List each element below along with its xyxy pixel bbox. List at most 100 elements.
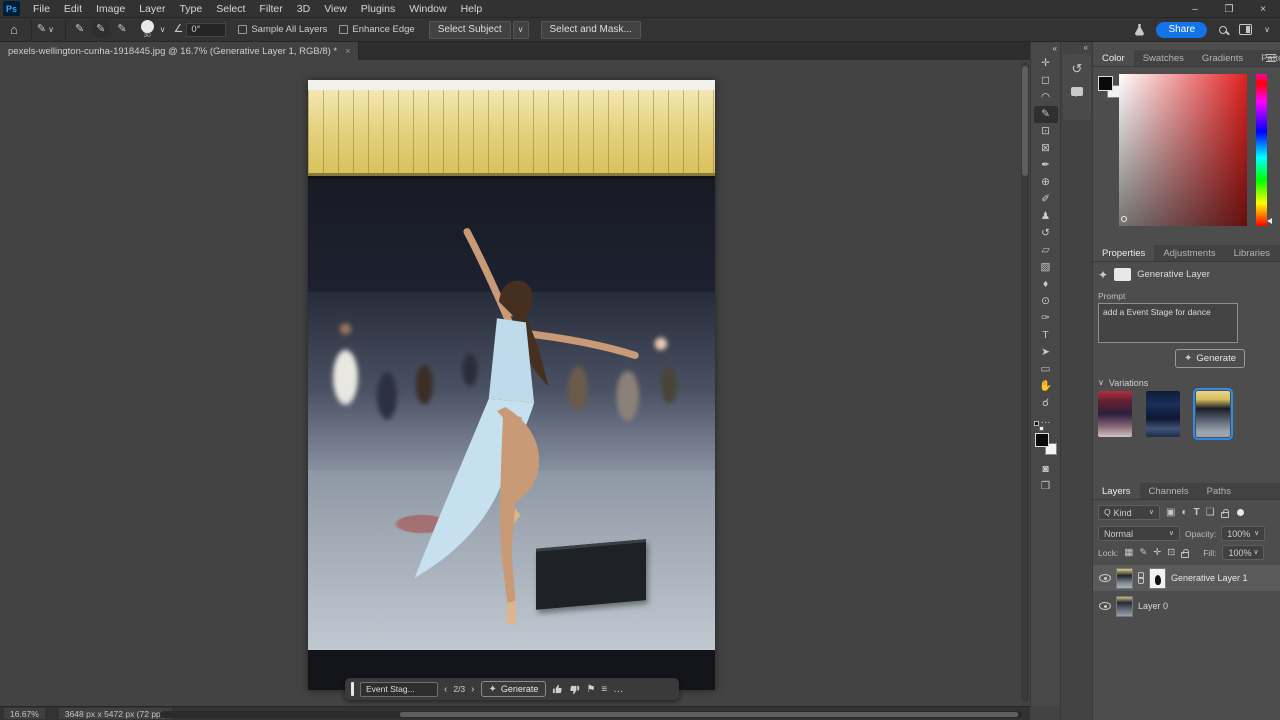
tab-swatches[interactable]: Swatches	[1134, 50, 1193, 66]
filter-toggle-icon[interactable]	[1237, 509, 1244, 516]
layer-mask-thumbnail[interactable]	[1149, 568, 1166, 589]
restore-button[interactable]: ❐	[1212, 0, 1246, 18]
tool-preset-chevron-icon[interactable]: ∨	[48, 26, 54, 34]
previous-variation-icon[interactable]: ‹	[444, 684, 447, 695]
dodge-tool[interactable]: ⊙	[1034, 293, 1058, 310]
filter-locked-layers-icon[interactable]	[1221, 512, 1229, 518]
layer-row-layer-0[interactable]: Layer 0	[1093, 593, 1280, 619]
contextual-task-bar[interactable]: Event Stag... ‹ 2/3 › ✦ Generate ⚑ ≡ …	[345, 678, 679, 700]
flag-icon[interactable]: ⚑	[586, 684, 595, 695]
fill-field[interactable]: 100% ∨	[1222, 545, 1264, 560]
lock-artboard-icon[interactable]: ⊡	[1167, 548, 1175, 558]
menu-file[interactable]: File	[26, 0, 57, 18]
mask-link-icon[interactable]	[1138, 572, 1144, 584]
menu-plugins[interactable]: Plugins	[354, 0, 402, 18]
screen-mode-button[interactable]: ❐	[1034, 478, 1058, 495]
tab-layers[interactable]: Layers	[1093, 483, 1140, 499]
menu-help[interactable]: Help	[454, 0, 490, 18]
prompt-textarea[interactable]: add a Event Stage for dance	[1098, 303, 1238, 343]
gradient-tool[interactable]: ▧	[1034, 259, 1058, 276]
crop-tool[interactable]: ⊡	[1034, 123, 1058, 140]
filter-type-layers-icon[interactable]: T	[1194, 508, 1200, 518]
layer-name[interactable]: Generative Layer 1	[1171, 573, 1248, 583]
lock-paint-icon[interactable]: ✎	[1139, 548, 1147, 558]
toolbar-collapse-icon[interactable]: «	[1053, 45, 1057, 53]
variation-thumbnail-3-selected[interactable]	[1196, 391, 1230, 437]
tab-paths[interactable]: Paths	[1198, 483, 1240, 499]
tab-gradients[interactable]: Gradients	[1193, 50, 1252, 66]
comments-icon[interactable]	[1071, 87, 1083, 96]
tool-preset-icon[interactable]: ✎	[37, 24, 46, 35]
more-options-icon[interactable]: …	[613, 684, 623, 695]
enhance-edge-checkbox[interactable]: Enhance Edge	[339, 24, 414, 35]
tab-adjustments[interactable]: Adjustments	[1154, 245, 1224, 261]
brush-size-control[interactable]: 30	[139, 20, 156, 39]
select-and-mask-button[interactable]: Select and Mask...	[541, 21, 641, 39]
share-button[interactable]: Share	[1156, 22, 1207, 38]
tech-preview-icon[interactable]	[1134, 24, 1144, 36]
move-tool[interactable]: ✛	[1034, 55, 1058, 72]
thumbs-down-icon[interactable]	[569, 684, 580, 695]
scrollbar-thumb[interactable]	[400, 712, 1018, 717]
foreground-color-swatch[interactable]	[1035, 433, 1049, 447]
canvas-horizontal-scrollbar[interactable]	[160, 711, 1022, 718]
select-subject-dropdown[interactable]: ∨	[513, 21, 529, 39]
home-icon[interactable]: ⌂	[10, 23, 18, 36]
document-tab[interactable]: pexels-wellington-cunha-1918445.jpg @ 16…	[0, 42, 359, 60]
canvas-vertical-scrollbar[interactable]	[1021, 62, 1029, 702]
settings-sliders-icon[interactable]: ≡	[601, 684, 607, 695]
visibility-eye-icon[interactable]	[1099, 602, 1111, 610]
path-select-tool[interactable]: ➤	[1034, 344, 1058, 361]
menu-3d[interactable]: 3D	[290, 0, 317, 18]
taskbar-generate-button[interactable]: ✦ Generate	[481, 681, 547, 697]
filter-pixel-layers-icon[interactable]: ▣	[1166, 508, 1175, 518]
brush-size-chevron-icon[interactable]: ∨	[160, 26, 166, 34]
hue-slider[interactable]	[1256, 74, 1267, 226]
visibility-eye-icon[interactable]	[1099, 574, 1111, 582]
variation-thumbnail-1[interactable]	[1098, 391, 1132, 437]
sample-all-layers-checkbox[interactable]: Sample All Layers	[238, 24, 327, 35]
variation-thumbnail-2[interactable]	[1146, 391, 1180, 437]
rectangle-tool[interactable]: ▭	[1034, 361, 1058, 378]
layer-thumbnail[interactable]	[1116, 596, 1133, 617]
layer-thumbnail[interactable]	[1116, 568, 1133, 589]
eraser-tool[interactable]: ▱	[1034, 242, 1058, 259]
foreground-color-swatch[interactable]	[1098, 76, 1113, 91]
color-cursor[interactable]	[1121, 216, 1127, 222]
history-brush-tool[interactable]: ↺	[1034, 225, 1058, 242]
type-tool[interactable]: T	[1034, 327, 1058, 344]
variations-header[interactable]: ∨ Variations	[1098, 378, 1148, 388]
frame-tool[interactable]: ⊠	[1034, 140, 1058, 157]
selection-mode-subtract-icon[interactable]: ✎	[117, 24, 126, 35]
select-subject-button[interactable]: Select Subject	[429, 21, 511, 39]
default-colors-icon[interactable]	[1034, 421, 1042, 429]
drag-handle[interactable]	[351, 682, 354, 696]
brush-tool[interactable]: ✐	[1034, 191, 1058, 208]
saturation-brightness-field[interactable]	[1119, 74, 1247, 226]
menu-filter[interactable]: Filter	[252, 0, 289, 18]
generate-button[interactable]: ✦ Generate	[1175, 349, 1245, 368]
menu-view[interactable]: View	[317, 0, 354, 18]
hand-tool[interactable]: ✋	[1034, 378, 1058, 395]
document-canvas[interactable]	[308, 80, 715, 690]
angle-field[interactable]: 0°	[186, 23, 226, 37]
menu-image[interactable]: Image	[89, 0, 132, 18]
zoom-tool[interactable]: ☌	[1034, 395, 1058, 412]
selection-mode-add-icon[interactable]: ✎	[92, 21, 109, 38]
healing-brush-tool[interactable]: ⊕	[1034, 174, 1058, 191]
checkbox-icon[interactable]	[238, 25, 247, 34]
zoom-level-field[interactable]: 16.67%	[4, 708, 45, 719]
version-history-icon[interactable]: ↺	[1072, 62, 1083, 75]
checkbox-icon[interactable]	[339, 25, 348, 34]
blend-mode-dropdown[interactable]: Normal ∨	[1098, 526, 1180, 541]
thumbs-up-icon[interactable]	[552, 684, 563, 695]
menu-layer[interactable]: Layer	[132, 0, 172, 18]
taskbar-prompt-field[interactable]: Event Stag...	[360, 682, 438, 697]
menu-edit[interactable]: Edit	[57, 0, 89, 18]
menu-window[interactable]: Window	[402, 0, 453, 18]
layer-name[interactable]: Layer 0	[1138, 601, 1168, 611]
lasso-tool[interactable]: ◠	[1034, 89, 1058, 106]
lock-transparency-icon[interactable]: ▦	[1124, 548, 1133, 558]
tab-properties[interactable]: Properties	[1093, 245, 1154, 261]
lock-all-icon[interactable]	[1181, 552, 1189, 558]
